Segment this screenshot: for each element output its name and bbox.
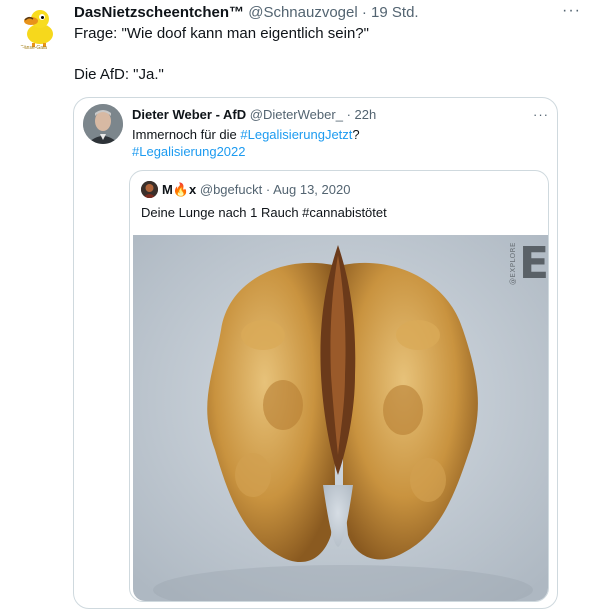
quoted-text-prefix: Immernoch für die <box>132 127 241 142</box>
nested-handle[interactable]: @bgefuckt <box>200 182 262 197</box>
quoted-more-options-icon[interactable]: ··· <box>533 108 549 122</box>
quoted-timestamp[interactable]: 22h <box>355 107 377 122</box>
quoted-avatar[interactable] <box>83 104 123 144</box>
walnut-image <box>133 235 548 601</box>
explore-logo-icon: E <box>519 238 548 289</box>
walnut-photo[interactable]: @EXPLORE E <box>133 235 548 601</box>
quoted-handle[interactable]: @DieterWeber_ <box>250 107 343 122</box>
nested-text: Deine Lunge nach 1 Rauch #cannabistötet <box>141 205 387 220</box>
quoted-separator: · <box>346 107 351 122</box>
tweet-text-line-2: Die AfD: "Ja." <box>74 66 164 83</box>
nested-display-name[interactable]: M🔥x <box>162 182 196 197</box>
timestamp[interactable]: 19 Std. <box>371 4 419 21</box>
nested-avatar[interactable] <box>141 181 158 198</box>
quoted-header: Dieter Weber - AfD @DieterWeber_ · 22h <box>132 107 376 122</box>
nested-avatar-icon <box>141 181 158 198</box>
tweet-text-line-1: Frage: "Wie doof kann man eigentlich sei… <box>74 25 369 42</box>
display-name[interactable]: DasNietzscheentchen™ <box>74 4 244 21</box>
explore-watermark-text: @EXPLORE <box>509 242 517 285</box>
separator: · <box>361 4 367 21</box>
quoted-text-suffix: ? <box>352 127 360 142</box>
more-options-icon[interactable]: ··· <box>562 3 581 19</box>
tweet-header: DasNietzscheentchen™ @Schnauzvogel · 19 … <box>74 4 419 21</box>
quoted-tweet-card[interactable]: Dieter Weber - AfD @DieterWeber_ · 22h ·… <box>73 97 558 609</box>
nested-separator: · <box>265 182 271 197</box>
hashtag-legalisierung2022[interactable]: #Legalisierung2022 <box>132 144 245 159</box>
person-avatar-icon <box>83 104 123 144</box>
handle[interactable]: @Schnauzvogel <box>248 4 357 21</box>
avatar-caption: Gänse-Gala <box>20 45 47 51</box>
avatar[interactable]: Gänse-Gala <box>13 4 61 52</box>
hashtag-legalisierungjetzt[interactable]: #LegalisierungJetzt <box>240 127 352 142</box>
quoted-display-name[interactable]: Dieter Weber - AfD <box>132 107 246 122</box>
nested-header: M🔥x @bgefuckt · Aug 13, 2020 <box>162 182 350 198</box>
nested-date[interactable]: Aug 13, 2020 <box>273 182 350 197</box>
nested-quoted-tweet-card[interactable]: M🔥x @bgefuckt · Aug 13, 2020 Deine Lunge… <box>129 170 549 602</box>
quoted-text-line-1: Immernoch für die #LegalisierungJetzt? <box>132 127 360 142</box>
